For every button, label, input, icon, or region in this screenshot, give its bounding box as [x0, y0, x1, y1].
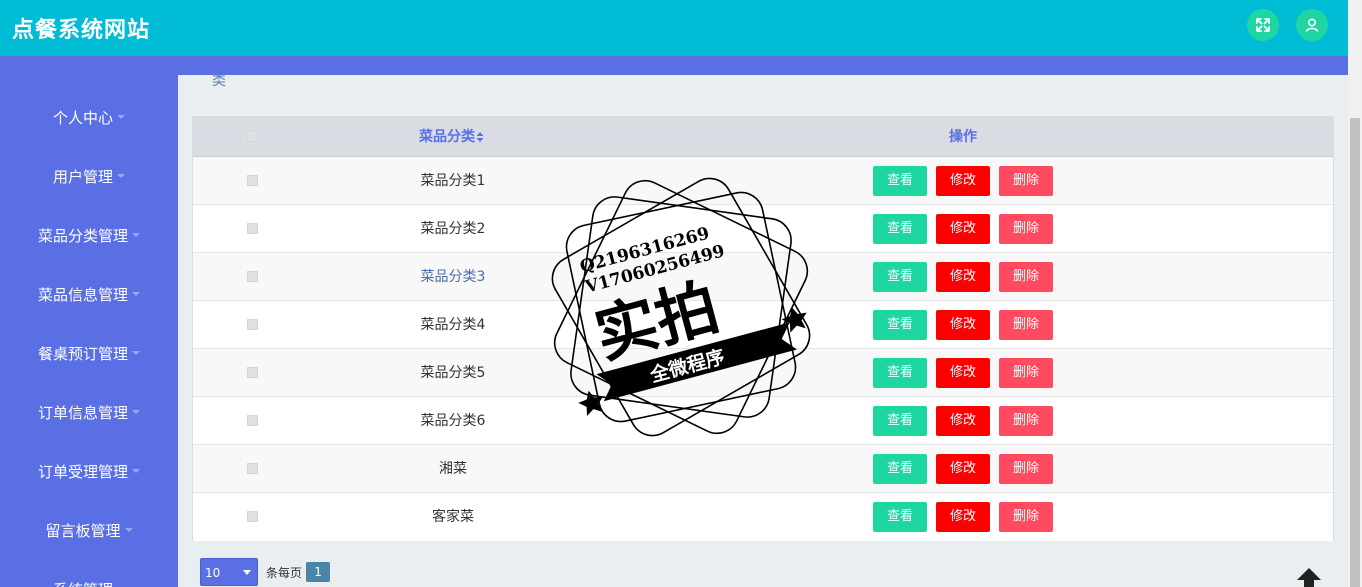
- table-row: 菜品分类3 查看 修改 删除: [193, 253, 1333, 301]
- delete-button[interactable]: 删除: [999, 166, 1053, 196]
- sidebar-item-users[interactable]: 用户管理: [0, 156, 178, 196]
- edit-button[interactable]: 修改: [936, 502, 990, 532]
- view-button[interactable]: 查看: [873, 214, 927, 244]
- table-row: 菜品分类6 查看 修改 删除: [193, 397, 1333, 445]
- delete-button[interactable]: 删除: [999, 454, 1053, 484]
- view-button[interactable]: 查看: [873, 310, 927, 340]
- chevron-down-icon: [132, 410, 140, 414]
- category-name: 客家菜: [432, 509, 474, 525]
- view-button[interactable]: 查看: [873, 166, 927, 196]
- table-row: 菜品分类1 查看 修改 删除: [193, 157, 1333, 205]
- sidebar-item-label: 用户管理: [52, 167, 113, 186]
- per-page-label: 条每页: [266, 565, 303, 580]
- sidebar-item-label: 个人中心: [52, 108, 113, 127]
- sidebar-item-label: 订单信息管理: [37, 403, 128, 422]
- nav-strip: [0, 56, 1348, 75]
- sidebar-item-table-booking[interactable]: 餐桌预订管理: [0, 333, 178, 373]
- chevron-down-icon: [117, 115, 125, 119]
- chevron-down-icon: [132, 292, 140, 296]
- row-checkbox[interactable]: [247, 223, 258, 234]
- sidebar-item-system[interactable]: 系统管理: [0, 569, 178, 587]
- row-checkbox[interactable]: [247, 367, 258, 378]
- row-checkbox[interactable]: [247, 415, 258, 426]
- top-bar: 点餐系统网站: [0, 0, 1348, 56]
- table-row: 菜品分类2 查看 修改 删除: [193, 205, 1333, 253]
- app-title: 点餐系统网站: [12, 18, 151, 43]
- page-button-current[interactable]: 1: [306, 562, 331, 582]
- category-name: 菜品分类1: [420, 173, 486, 189]
- delete-button[interactable]: 删除: [999, 310, 1053, 340]
- sort-icon[interactable]: [476, 131, 484, 143]
- edit-button[interactable]: 修改: [936, 262, 990, 292]
- chevron-down-icon: [132, 233, 140, 237]
- row-checkbox[interactable]: [247, 319, 258, 330]
- table-header: 菜品分类 操作: [193, 117, 1333, 157]
- edit-button[interactable]: 修改: [936, 310, 990, 340]
- select-all-checkbox[interactable]: [247, 131, 258, 142]
- edit-button[interactable]: 修改: [936, 214, 990, 244]
- sidebar-item-label: 菜品分类管理: [37, 226, 128, 245]
- sidebar-item-label: 餐桌预订管理: [37, 344, 128, 363]
- breadcrumb: 类: [212, 73, 226, 89]
- chevron-down-icon: [243, 570, 251, 575]
- table-row: 湘菜 查看 修改 删除: [193, 445, 1333, 493]
- row-checkbox[interactable]: [247, 271, 258, 282]
- delete-button[interactable]: 删除: [999, 358, 1053, 388]
- category-table: 菜品分类 操作 菜品分类1 查看 修改 删除 菜品分类2 查看 修改 删除 菜品…: [192, 116, 1334, 541]
- scrollbar-thumb[interactable]: [1350, 118, 1360, 587]
- sidebar: 个人中心 用户管理 菜品分类管理 菜品信息管理 餐桌预订管理 订单信息管理 订单…: [0, 75, 178, 587]
- row-checkbox[interactable]: [247, 511, 258, 522]
- chevron-down-icon: [132, 351, 140, 355]
- sidebar-item-order-processing[interactable]: 订单受理管理: [0, 451, 178, 491]
- chevron-down-icon: [124, 528, 133, 532]
- chevron-down-icon: [132, 469, 140, 473]
- sidebar-item-label: 留言板管理: [45, 521, 121, 540]
- category-name: 菜品分类6: [420, 413, 486, 429]
- category-name: 菜品分类4: [420, 317, 486, 333]
- row-checkbox[interactable]: [247, 175, 258, 186]
- sidebar-item-dish-info[interactable]: 菜品信息管理: [0, 274, 178, 314]
- back-to-top-icon[interactable]: [1294, 566, 1324, 587]
- table-row: 菜品分类5 查看 修改 删除: [193, 349, 1333, 397]
- view-button[interactable]: 查看: [873, 502, 927, 532]
- per-page-select[interactable]: 10: [200, 558, 258, 586]
- view-button[interactable]: 查看: [873, 262, 927, 292]
- view-button[interactable]: 查看: [873, 358, 927, 388]
- chevron-down-icon: [117, 174, 125, 178]
- table-row: 菜品分类4 查看 修改 删除: [193, 301, 1333, 349]
- pagination: 10 条每页 1: [200, 558, 331, 586]
- table-row: 客家菜 查看 修改 删除: [193, 493, 1333, 541]
- sidebar-item-profile[interactable]: 个人中心: [0, 97, 178, 137]
- category-name: 菜品分类2: [420, 221, 486, 237]
- row-checkbox[interactable]: [247, 463, 258, 474]
- delete-button[interactable]: 删除: [999, 502, 1053, 532]
- view-button[interactable]: 查看: [873, 406, 927, 436]
- user-icon: [1305, 18, 1319, 32]
- view-button[interactable]: 查看: [873, 454, 927, 484]
- edit-button[interactable]: 修改: [936, 166, 990, 196]
- expand-icon: [1256, 18, 1270, 32]
- category-name[interactable]: 菜品分类3: [353, 253, 553, 301]
- delete-button[interactable]: 删除: [999, 214, 1053, 244]
- sidebar-item-message-board[interactable]: 留言板管理: [0, 510, 178, 550]
- category-name: 菜品分类5: [420, 365, 486, 381]
- sidebar-item-label: 菜品信息管理: [37, 285, 128, 304]
- fullscreen-button[interactable]: [1247, 9, 1279, 41]
- user-menu-button[interactable]: [1296, 9, 1328, 41]
- sidebar-item-label: 系统管理: [53, 579, 113, 587]
- edit-button[interactable]: 修改: [936, 406, 990, 436]
- delete-button[interactable]: 删除: [999, 262, 1053, 292]
- delete-button[interactable]: 删除: [999, 406, 1053, 436]
- category-name: 湘菜: [439, 461, 467, 477]
- sidebar-item-orders[interactable]: 订单信息管理: [0, 392, 178, 432]
- edit-button[interactable]: 修改: [936, 454, 990, 484]
- column-header-actions: 操作: [949, 129, 977, 145]
- column-header-category[interactable]: 菜品分类: [419, 117, 484, 157]
- sidebar-item-dish-categories[interactable]: 菜品分类管理: [0, 215, 178, 255]
- sidebar-item-label: 订单受理管理: [37, 462, 128, 481]
- edit-button[interactable]: 修改: [936, 358, 990, 388]
